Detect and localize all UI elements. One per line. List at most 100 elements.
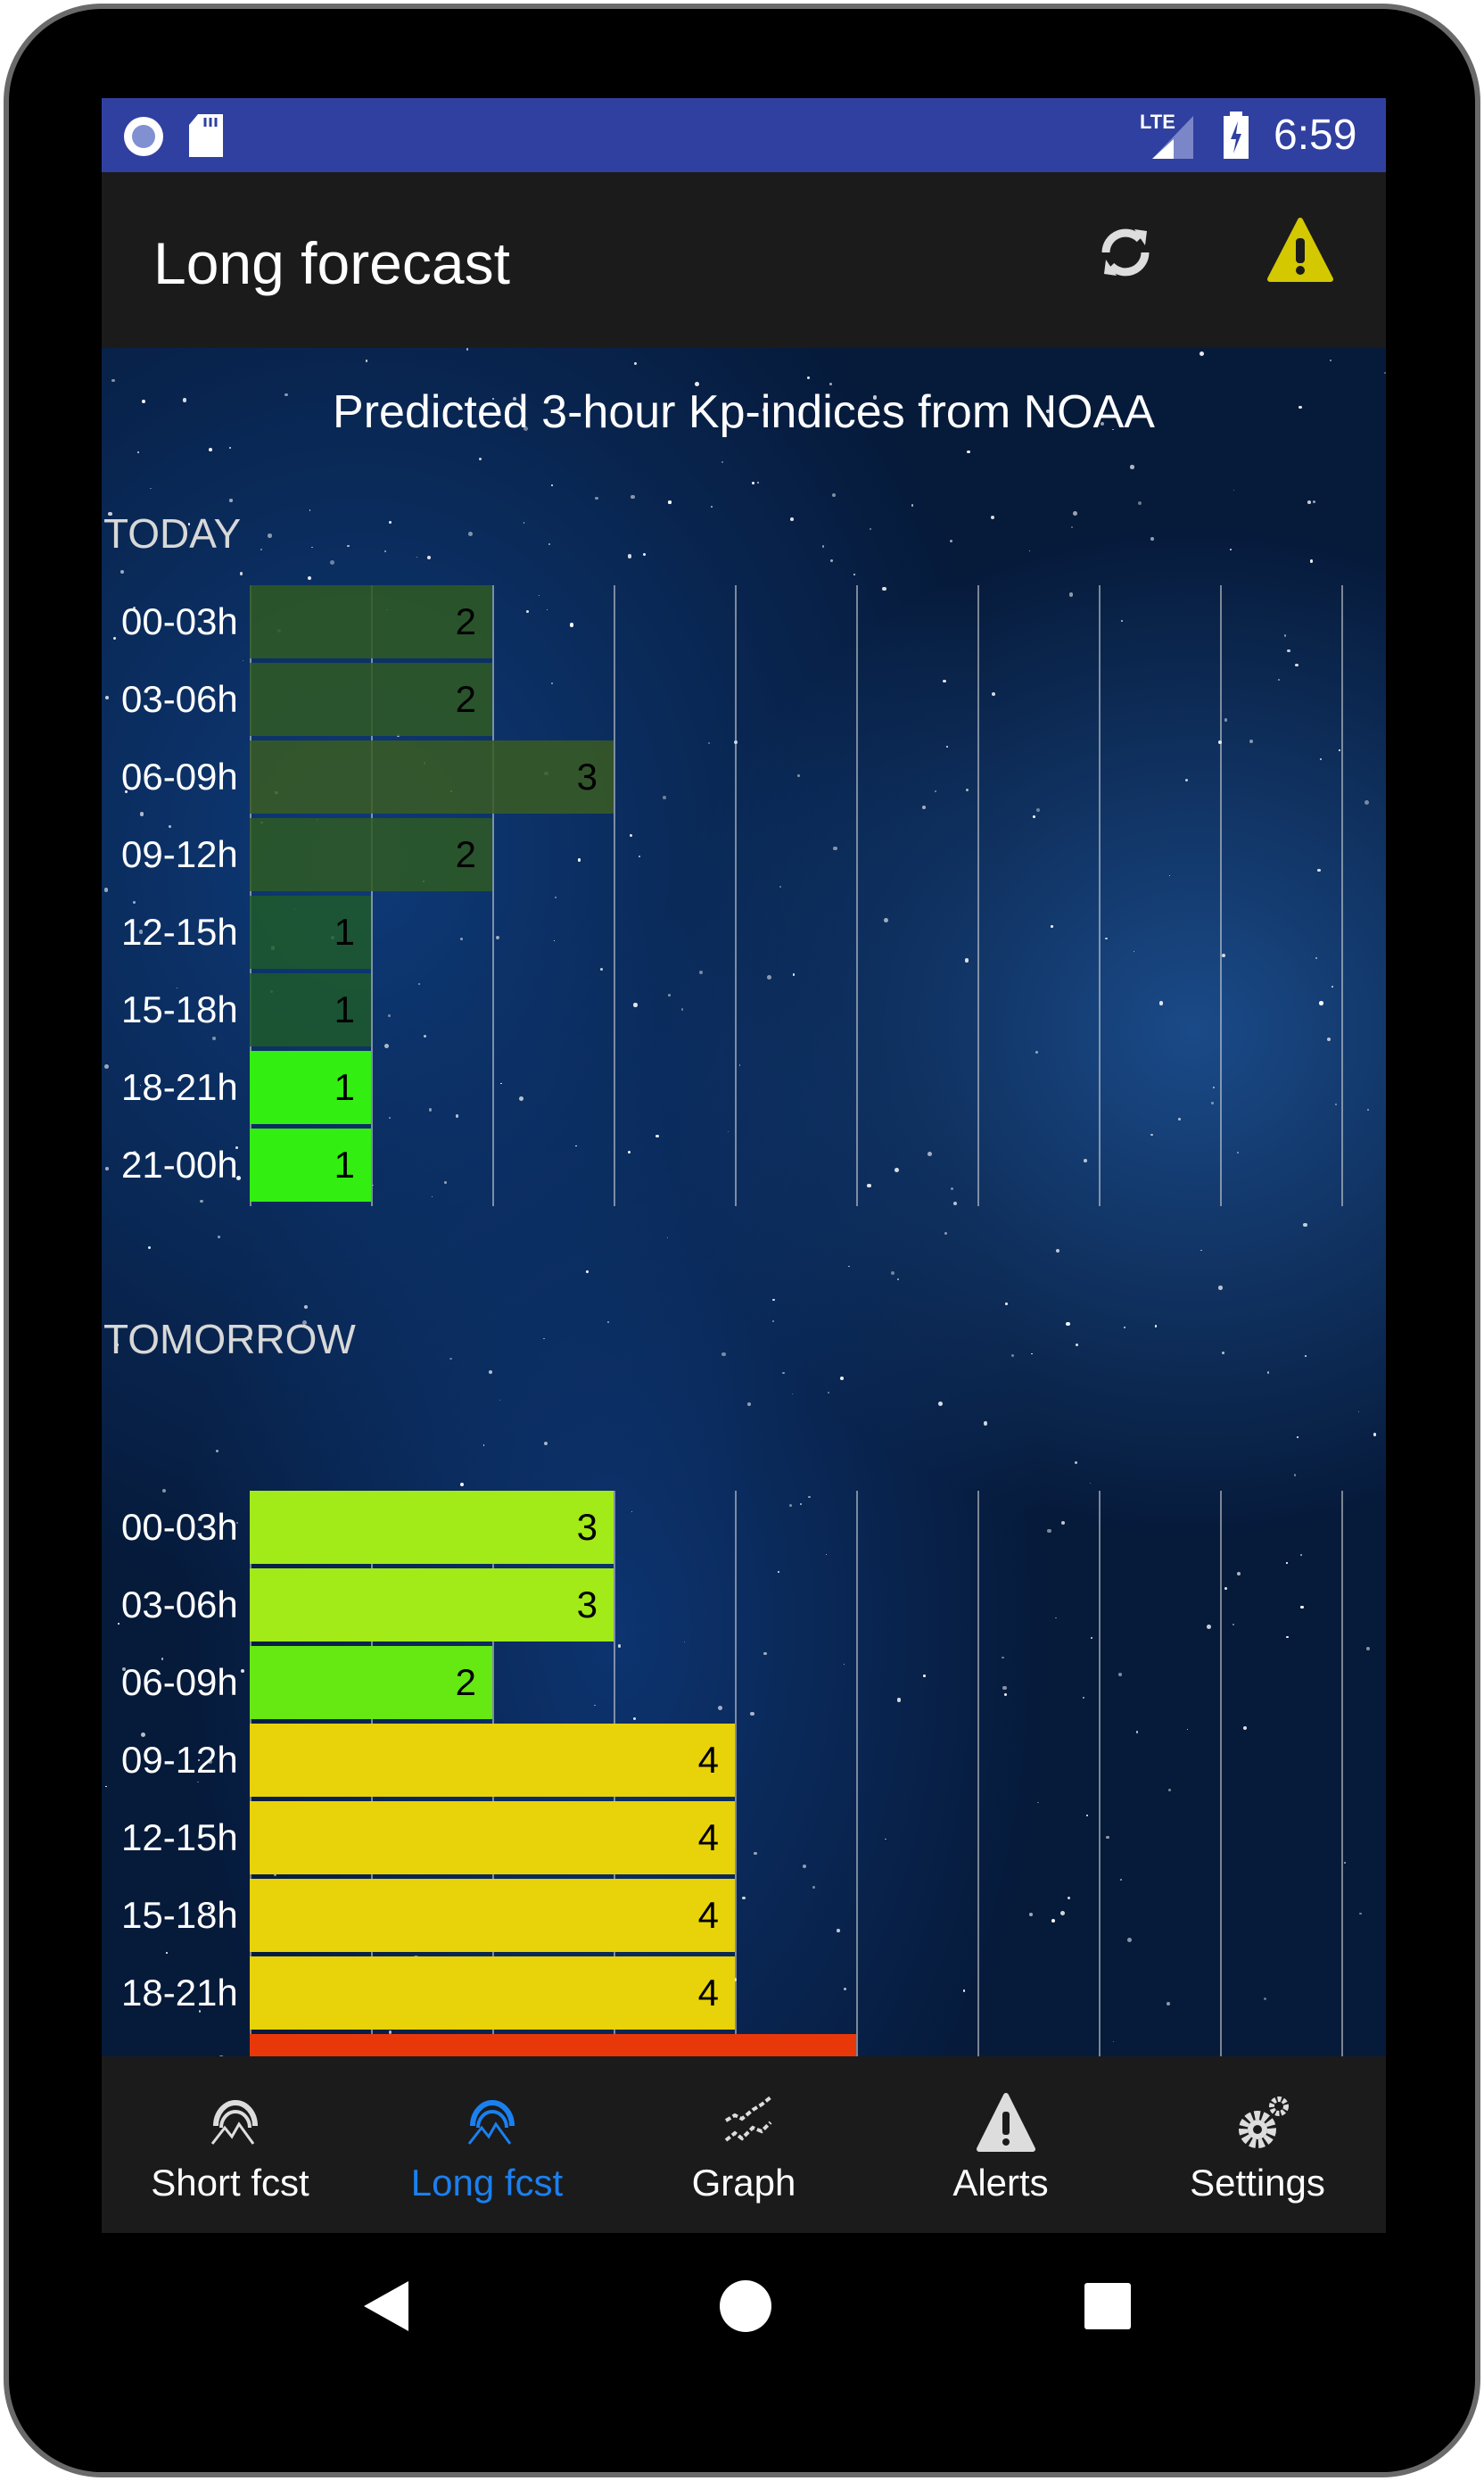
kp-value: 4 (697, 1739, 719, 1781)
star (1359, 1912, 1363, 1915)
star (284, 393, 288, 397)
star (389, 1117, 391, 1119)
star (1309, 559, 1313, 563)
period-label: 03-06h (121, 1584, 238, 1625)
star (548, 542, 551, 546)
nav-item-graph[interactable]: Graph (615, 2056, 872, 2233)
star (1124, 1327, 1125, 1328)
star (569, 623, 574, 627)
nav-item-alerts[interactable]: Alerts (872, 2056, 1129, 2233)
star (695, 381, 700, 386)
star (551, 682, 554, 685)
star (577, 858, 581, 862)
star (228, 447, 231, 450)
period-label: 09-12h (121, 1739, 238, 1781)
star (426, 556, 431, 560)
back-icon[interactable] (360, 2278, 414, 2335)
star (965, 789, 969, 792)
star (1127, 1937, 1132, 1942)
period-label: 15-18h (121, 1894, 238, 1936)
star (848, 1265, 850, 1268)
star (1076, 1344, 1079, 1347)
star (365, 360, 367, 362)
star (991, 515, 995, 519)
warning-icon[interactable] (1266, 217, 1334, 285)
star (1305, 1355, 1307, 1357)
star (890, 1270, 895, 1276)
star (495, 935, 499, 939)
nav-item-short-fcst[interactable]: Short fcst (102, 2056, 359, 2233)
star (459, 937, 463, 940)
nav-item-label: Graph (691, 2162, 796, 2204)
star (388, 1013, 392, 1017)
star (667, 994, 671, 997)
recents-icon[interactable] (1083, 2281, 1133, 2331)
star (634, 362, 638, 366)
star (546, 609, 548, 611)
star (1184, 779, 1189, 782)
page-title: Long forecast (153, 230, 510, 296)
star (538, 594, 540, 597)
star (797, 774, 800, 777)
star (1326, 1037, 1331, 1042)
graph-icon (724, 2096, 772, 2142)
star (943, 679, 946, 683)
star (428, 1108, 432, 1112)
star (1277, 679, 1281, 682)
star (1364, 799, 1370, 805)
star (1213, 1087, 1215, 1088)
star (1029, 1913, 1033, 1916)
period-label: 00-03h (121, 600, 238, 642)
star (825, 1553, 827, 1555)
nav-item-label: Alerts (952, 2162, 1049, 2204)
star (829, 559, 833, 563)
star (680, 1008, 684, 1011)
star (632, 1717, 636, 1721)
aurora-icon (467, 2100, 515, 2145)
star (1286, 1562, 1288, 1564)
star (149, 487, 152, 490)
star (727, 1131, 729, 1133)
star (307, 575, 311, 580)
star (113, 636, 117, 640)
star (833, 846, 837, 851)
refresh-icon[interactable] (1092, 219, 1159, 286)
star (1315, 956, 1317, 959)
star (837, 1929, 840, 1932)
period-label: 00-03h (121, 1506, 238, 1548)
star (482, 1444, 485, 1446)
star (771, 1320, 774, 1323)
nav-item-long-fcst[interactable]: Long fcst (359, 2056, 615, 2233)
star (1029, 550, 1031, 552)
star (1287, 649, 1290, 652)
star (627, 554, 632, 558)
home-icon[interactable] (717, 2278, 774, 2335)
star (1222, 1352, 1224, 1354)
period-label: 18-21h (121, 1972, 238, 2014)
period-label: 18-21h (121, 1066, 238, 1108)
star (754, 1851, 757, 1856)
star (721, 461, 724, 464)
star (698, 970, 704, 975)
gridline (1099, 1491, 1101, 2056)
star (752, 482, 754, 485)
star (1249, 739, 1254, 744)
star (551, 484, 554, 486)
star (666, 1236, 669, 1239)
kp-value: 2 (455, 833, 476, 875)
star (416, 556, 418, 558)
star (1005, 1303, 1008, 1305)
star (895, 1167, 900, 1172)
star (229, 499, 233, 502)
star (600, 967, 604, 971)
star (544, 1441, 548, 1445)
star (938, 1401, 944, 1406)
star (802, 1864, 807, 1868)
status-bar: LTE 6:59 (102, 98, 1386, 172)
kp-value: 3 (576, 756, 598, 798)
star (762, 408, 767, 413)
star (553, 940, 555, 942)
nav-item-settings[interactable]: Settings (1129, 2056, 1386, 2233)
star (1293, 1473, 1297, 1476)
star (964, 958, 969, 963)
